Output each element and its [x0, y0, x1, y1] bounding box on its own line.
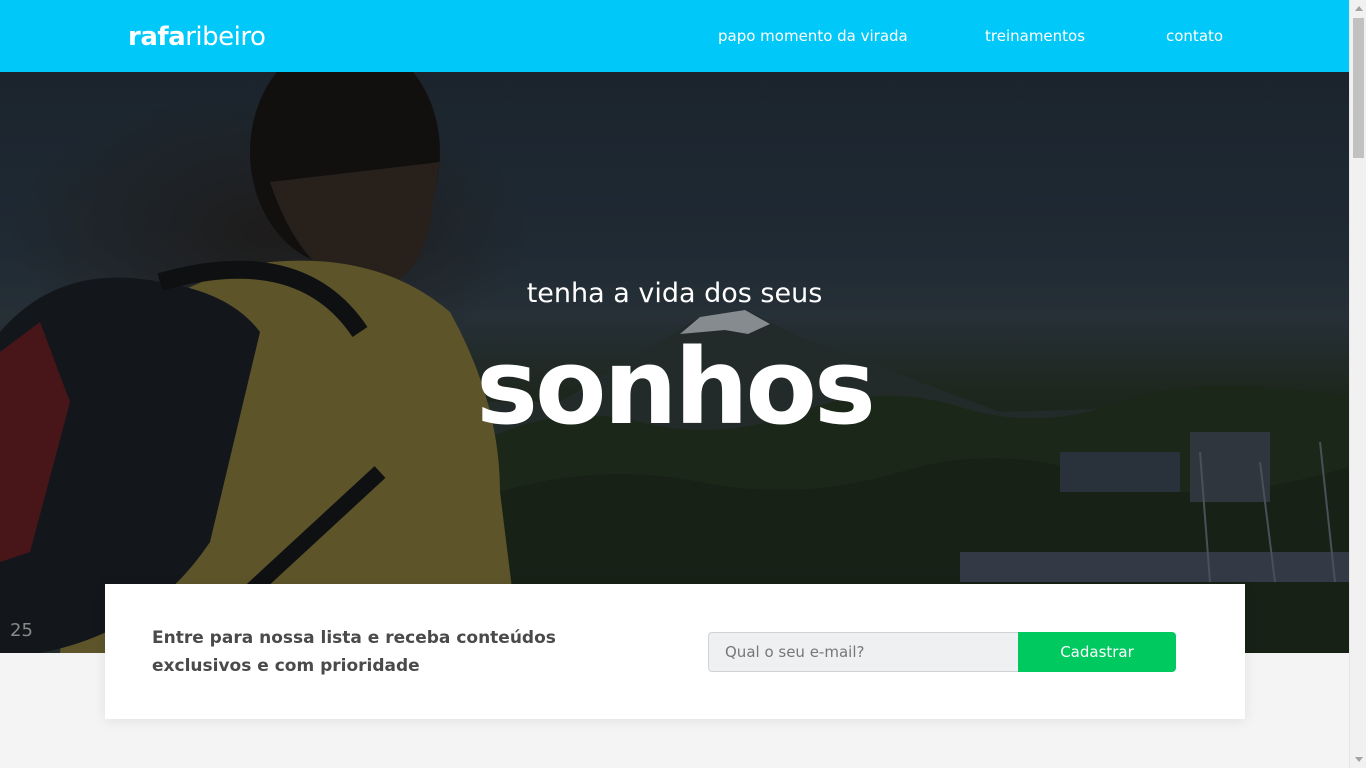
scrollbar-thumb[interactable] [1353, 18, 1364, 158]
site-header: rafaribeiro papo momento da virada trein… [0, 0, 1349, 72]
hero-section: 25 tenha a vida dos seus sonhos [0, 72, 1349, 653]
logo[interactable]: rafaribeiro [128, 20, 266, 54]
email-input[interactable] [708, 632, 1020, 672]
scroll-up-arrow-icon[interactable] [1350, 0, 1366, 17]
logo-light-text: ribeiro [185, 22, 266, 52]
nav-link-treinamentos[interactable]: treinamentos [985, 24, 1085, 48]
hero-title: sonhos [476, 326, 876, 448]
cadastrar-button[interactable]: Cadastrar [1018, 632, 1176, 672]
hero-subtitle: tenha a vida dos seus [526, 278, 823, 309]
nav-link-papo-momento-da-virada[interactable]: papo momento da virada [718, 24, 908, 48]
newsletter-text: Entre para nossa lista e receba conteúdo… [152, 628, 556, 676]
page-scrollbar[interactable] [1349, 0, 1366, 768]
logo-bold-text: rafa [128, 22, 186, 52]
scroll-down-arrow-icon[interactable] [1350, 751, 1366, 768]
nav-link-contato[interactable]: contato [1166, 24, 1223, 48]
image-corner-text: 25 [10, 620, 33, 641]
newsletter-card: Entre para nossa lista e receba conteúdo… [105, 584, 1245, 719]
